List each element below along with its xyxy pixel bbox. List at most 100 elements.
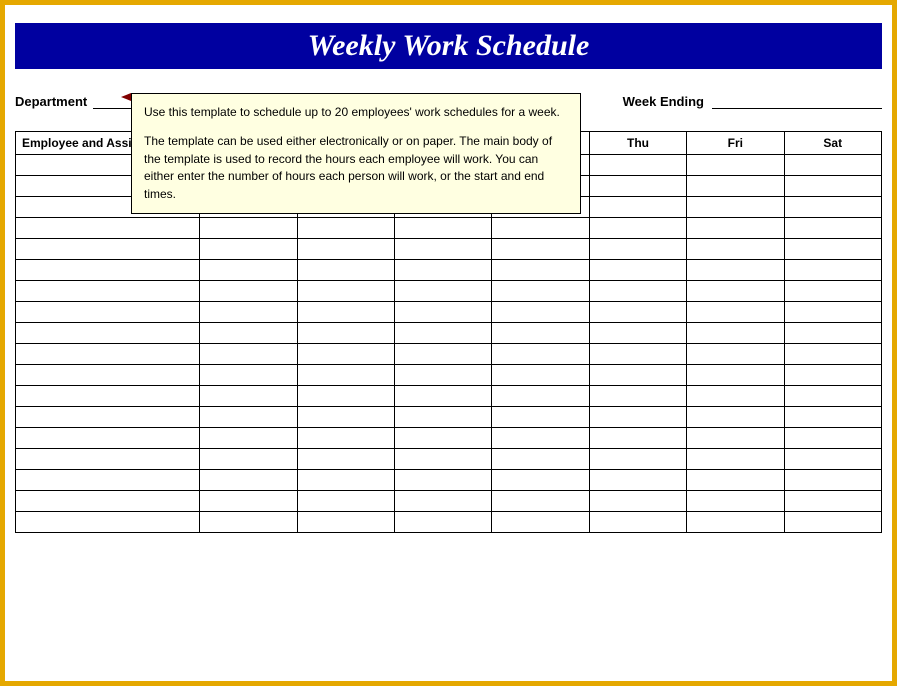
day-cell[interactable] (784, 323, 881, 344)
day-cell[interactable] (784, 155, 881, 176)
day-cell[interactable] (492, 365, 589, 386)
day-cell[interactable] (200, 407, 297, 428)
employee-cell[interactable] (16, 491, 200, 512)
day-cell[interactable] (589, 155, 686, 176)
day-cell[interactable] (297, 386, 394, 407)
day-cell[interactable] (492, 470, 589, 491)
day-cell[interactable] (784, 176, 881, 197)
day-cell[interactable] (492, 386, 589, 407)
day-cell[interactable] (200, 428, 297, 449)
day-cell[interactable] (492, 260, 589, 281)
day-cell[interactable] (492, 302, 589, 323)
day-cell[interactable] (395, 449, 492, 470)
day-cell[interactable] (492, 491, 589, 512)
day-cell[interactable] (395, 512, 492, 533)
day-cell[interactable] (687, 155, 784, 176)
day-cell[interactable] (589, 470, 686, 491)
day-cell[interactable] (687, 344, 784, 365)
day-cell[interactable] (200, 449, 297, 470)
day-cell[interactable] (589, 176, 686, 197)
employee-cell[interactable] (16, 344, 200, 365)
day-cell[interactable] (784, 491, 881, 512)
day-cell[interactable] (687, 197, 784, 218)
day-cell[interactable] (784, 386, 881, 407)
day-cell[interactable] (589, 260, 686, 281)
day-cell[interactable] (297, 512, 394, 533)
day-cell[interactable] (297, 281, 394, 302)
day-cell[interactable] (492, 281, 589, 302)
day-cell[interactable] (200, 491, 297, 512)
day-cell[interactable] (687, 428, 784, 449)
day-cell[interactable] (784, 344, 881, 365)
day-cell[interactable] (492, 344, 589, 365)
day-cell[interactable] (589, 512, 686, 533)
day-cell[interactable] (492, 239, 589, 260)
day-cell[interactable] (589, 449, 686, 470)
day-cell[interactable] (589, 386, 686, 407)
day-cell[interactable] (297, 344, 394, 365)
day-cell[interactable] (395, 218, 492, 239)
employee-cell[interactable] (16, 323, 200, 344)
day-cell[interactable] (297, 323, 394, 344)
day-cell[interactable] (784, 407, 881, 428)
day-cell[interactable] (687, 365, 784, 386)
day-cell[interactable] (200, 281, 297, 302)
day-cell[interactable] (297, 491, 394, 512)
day-cell[interactable] (395, 470, 492, 491)
day-cell[interactable] (589, 365, 686, 386)
day-cell[interactable] (395, 344, 492, 365)
day-cell[interactable] (200, 365, 297, 386)
day-cell[interactable] (492, 428, 589, 449)
day-cell[interactable] (784, 239, 881, 260)
day-cell[interactable] (687, 239, 784, 260)
day-cell[interactable] (200, 302, 297, 323)
employee-cell[interactable] (16, 407, 200, 428)
employee-cell[interactable] (16, 428, 200, 449)
day-cell[interactable] (784, 470, 881, 491)
day-cell[interactable] (395, 323, 492, 344)
day-cell[interactable] (200, 386, 297, 407)
day-cell[interactable] (784, 512, 881, 533)
day-cell[interactable] (297, 470, 394, 491)
day-cell[interactable] (200, 470, 297, 491)
day-cell[interactable] (784, 449, 881, 470)
day-cell[interactable] (687, 260, 784, 281)
day-cell[interactable] (200, 512, 297, 533)
day-cell[interactable] (297, 218, 394, 239)
day-cell[interactable] (784, 197, 881, 218)
employee-cell[interactable] (16, 281, 200, 302)
day-cell[interactable] (687, 323, 784, 344)
day-cell[interactable] (395, 260, 492, 281)
day-cell[interactable] (687, 176, 784, 197)
day-cell[interactable] (492, 449, 589, 470)
day-cell[interactable] (589, 344, 686, 365)
day-cell[interactable] (492, 512, 589, 533)
day-cell[interactable] (492, 323, 589, 344)
day-cell[interactable] (395, 239, 492, 260)
day-cell[interactable] (589, 428, 686, 449)
day-cell[interactable] (784, 218, 881, 239)
day-cell[interactable] (589, 281, 686, 302)
day-cell[interactable] (395, 281, 492, 302)
employee-cell[interactable] (16, 449, 200, 470)
day-cell[interactable] (784, 365, 881, 386)
week-ending-field[interactable] (712, 93, 882, 109)
day-cell[interactable] (784, 281, 881, 302)
day-cell[interactable] (395, 491, 492, 512)
day-cell[interactable] (687, 449, 784, 470)
day-cell[interactable] (687, 218, 784, 239)
day-cell[interactable] (687, 470, 784, 491)
day-cell[interactable] (297, 260, 394, 281)
employee-cell[interactable] (16, 239, 200, 260)
employee-cell[interactable] (16, 218, 200, 239)
day-cell[interactable] (687, 407, 784, 428)
day-cell[interactable] (200, 323, 297, 344)
day-cell[interactable] (297, 302, 394, 323)
day-cell[interactable] (297, 239, 394, 260)
day-cell[interactable] (784, 302, 881, 323)
day-cell[interactable] (784, 260, 881, 281)
day-cell[interactable] (687, 386, 784, 407)
day-cell[interactable] (687, 302, 784, 323)
day-cell[interactable] (687, 491, 784, 512)
day-cell[interactable] (589, 197, 686, 218)
